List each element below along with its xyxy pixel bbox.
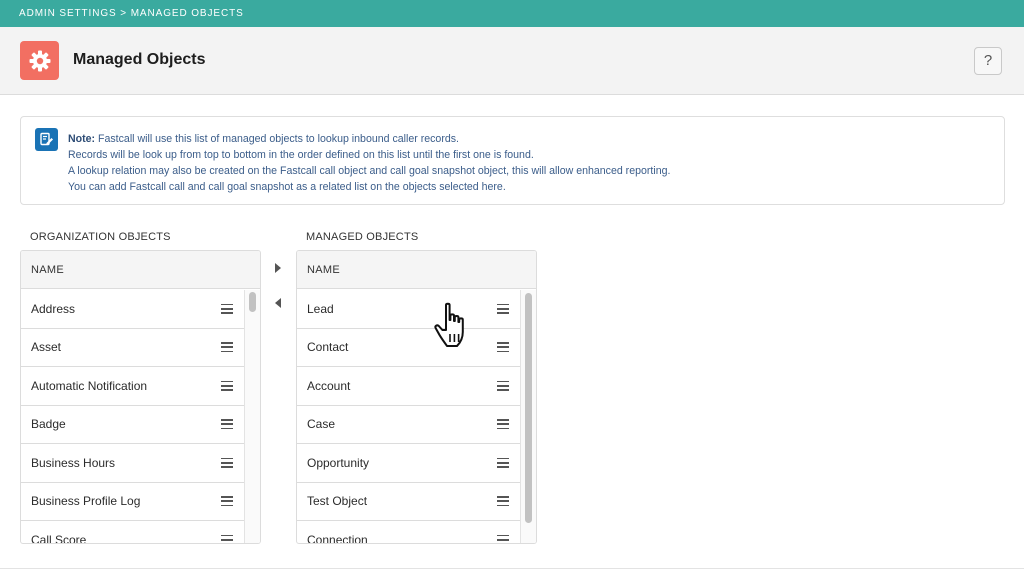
gear-icon [20,41,59,80]
drag-handle-icon[interactable] [497,380,509,391]
managed-name-column-header: NAME [297,251,536,289]
drag-handle-icon[interactable] [221,457,233,468]
list-item[interactable]: Address [21,290,244,329]
organization-objects-list: NAME Address Asset Automatic Notificatio… [20,250,261,544]
drag-handle-icon[interactable] [221,303,233,314]
item-label: Business Hours [31,455,116,470]
managed-objects-list: NAME Lead Contact Account Case Opportuni… [296,250,537,544]
item-label: Business Profile Log [31,494,141,509]
scrollbar-thumb[interactable] [525,293,532,523]
item-label: Call Score [31,532,87,544]
managed-rows: Lead Contact Account Case Opportunity Te… [297,290,520,544]
page-title: Managed Objects [73,51,206,68]
item-label: Case [307,417,336,432]
drag-handle-icon[interactable] [497,534,509,543]
item-label: Asset [31,340,62,355]
list-item[interactable]: Lead [297,290,520,329]
drag-handle-icon[interactable] [221,419,233,430]
note-line-4: You can add Fastcall call and call goal … [68,181,506,193]
drag-handle-icon[interactable] [497,303,509,314]
organization-objects-label: ORGANIZATION OBJECTS [30,231,171,243]
note-edit-icon [35,128,58,151]
list-item[interactable]: Contact [297,329,520,367]
help-button[interactable]: ? [974,47,1002,75]
note-line-1: Fastcall will use this list of managed o… [95,133,459,145]
organization-scrollbar[interactable] [244,290,260,543]
note-line-2: Records will be look up from top to bott… [68,149,534,161]
list-item[interactable]: Automatic Notification [21,367,244,406]
note-box: Note: Fastcall will use this list of man… [20,116,1005,205]
list-item[interactable]: Case [297,406,520,444]
note-line-3: A lookup relation may also be created on… [68,165,671,177]
list-item[interactable]: Opportunity [297,444,520,483]
item-label: Opportunity [307,455,370,470]
note-text: Note: Fastcall will use this list of man… [68,131,670,195]
drag-handle-icon[interactable] [221,534,233,543]
list-item[interactable]: Asset [21,329,244,367]
item-label: Automatic Notification [31,378,148,393]
organization-rows: Address Asset Automatic Notification Bad… [21,290,244,544]
breadcrumb: ADMIN SETTINGS > MANAGED OBJECTS [0,0,1024,27]
item-label: Lead [307,301,334,316]
list-item[interactable]: Connection [297,521,520,544]
divider [0,568,1024,569]
item-label: Contact [307,340,349,355]
triangle-right-icon[interactable] [275,263,281,273]
triangle-left-icon[interactable] [275,298,281,308]
note-lead: Note: [68,133,96,145]
scrollbar-thumb[interactable] [249,292,256,312]
item-label: Test Object [307,494,368,509]
item-label: Address [31,301,76,316]
list-item[interactable]: Badge [21,406,244,444]
drag-handle-icon[interactable] [221,496,233,507]
drag-handle-icon[interactable] [497,419,509,430]
managed-scrollbar[interactable] [520,290,536,543]
hand-pointer-icon [434,302,464,347]
item-label: Connection [307,532,368,544]
page-header: Managed Objects ? [0,27,1024,95]
list-item[interactable]: Business Hours [21,444,244,483]
list-item[interactable]: Test Object [297,483,520,521]
drag-handle-icon[interactable] [221,380,233,391]
list-item[interactable]: Business Profile Log [21,483,244,521]
list-item[interactable]: Account [297,367,520,406]
drag-handle-icon[interactable] [497,496,509,507]
managed-objects-label: MANAGED OBJECTS [306,231,419,243]
organization-name-column-header: NAME [21,251,260,289]
list-item[interactable]: Call Score [21,521,244,544]
item-label: Badge [31,417,66,432]
drag-handle-icon[interactable] [497,342,509,353]
drag-handle-icon[interactable] [221,342,233,353]
item-label: Account [307,378,351,393]
drag-handle-icon[interactable] [497,457,509,468]
